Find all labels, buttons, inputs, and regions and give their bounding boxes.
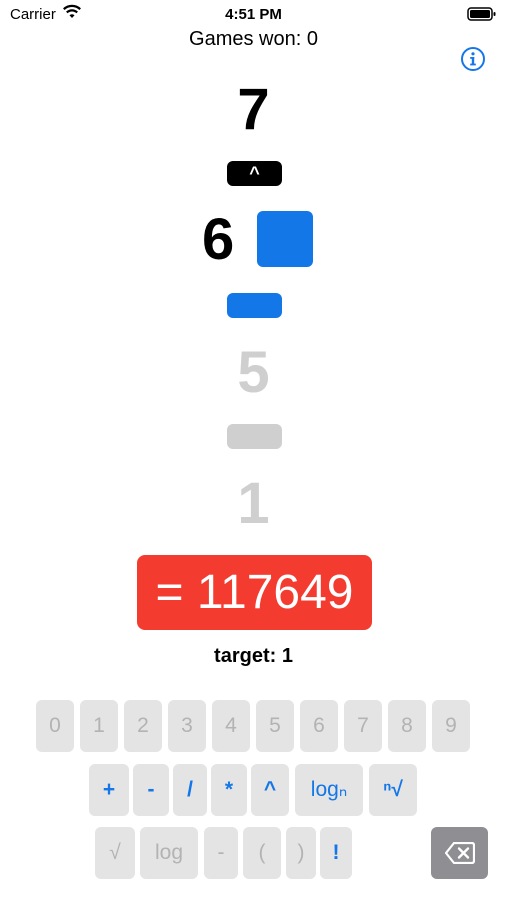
key-minus[interactable]: - bbox=[133, 764, 169, 816]
info-icon[interactable] bbox=[460, 46, 486, 72]
result-display: = 117649 bbox=[137, 555, 372, 630]
key-9[interactable]: 9 bbox=[432, 700, 470, 752]
battery-icon bbox=[467, 7, 497, 21]
number-2: 6 bbox=[202, 207, 235, 272]
key-divide[interactable]: / bbox=[173, 764, 207, 816]
operator-slot-3 bbox=[227, 424, 282, 449]
key-5[interactable]: 5 bbox=[256, 700, 294, 752]
status-bar: Carrier 4:51 PM bbox=[0, 4, 507, 24]
key-log[interactable]: log bbox=[140, 827, 198, 879]
key-power[interactable]: ^ bbox=[251, 764, 289, 816]
number-4: 1 bbox=[237, 471, 270, 536]
key-factorial[interactable]: ! bbox=[320, 827, 352, 879]
key-sqrt[interactable]: √ bbox=[95, 827, 135, 879]
key-plus[interactable]: + bbox=[89, 764, 129, 816]
games-won-label: Games won: 0 bbox=[189, 28, 318, 50]
key-log-n[interactable]: logₙ bbox=[295, 764, 363, 816]
backspace-button[interactable] bbox=[431, 827, 488, 879]
number-3: 5 bbox=[237, 340, 270, 405]
number-1: 7 bbox=[237, 77, 270, 142]
target-label: target: 1 bbox=[214, 645, 293, 667]
key-7[interactable]: 7 bbox=[344, 700, 382, 752]
number-input-slot[interactable] bbox=[257, 211, 313, 267]
key-multiply[interactable]: * bbox=[211, 764, 247, 816]
key-open-paren[interactable]: ( bbox=[243, 827, 281, 879]
key-6[interactable]: 6 bbox=[300, 700, 338, 752]
operator-slot-2[interactable] bbox=[227, 293, 282, 318]
key-3[interactable]: 3 bbox=[168, 700, 206, 752]
clock: 4:51 PM bbox=[225, 6, 282, 23]
key-0[interactable]: 0 bbox=[36, 700, 74, 752]
key-nth-root[interactable]: ⁿ√ bbox=[369, 764, 417, 816]
key-4[interactable]: 4 bbox=[212, 700, 250, 752]
key-8[interactable]: 8 bbox=[388, 700, 426, 752]
key-close-paren[interactable]: ) bbox=[286, 827, 316, 879]
key-1[interactable]: 1 bbox=[80, 700, 118, 752]
key-2[interactable]: 2 bbox=[124, 700, 162, 752]
operator-slot-1[interactable]: ^ bbox=[227, 161, 282, 186]
backspace-icon bbox=[444, 841, 476, 870]
key-negate[interactable]: - bbox=[204, 827, 238, 879]
